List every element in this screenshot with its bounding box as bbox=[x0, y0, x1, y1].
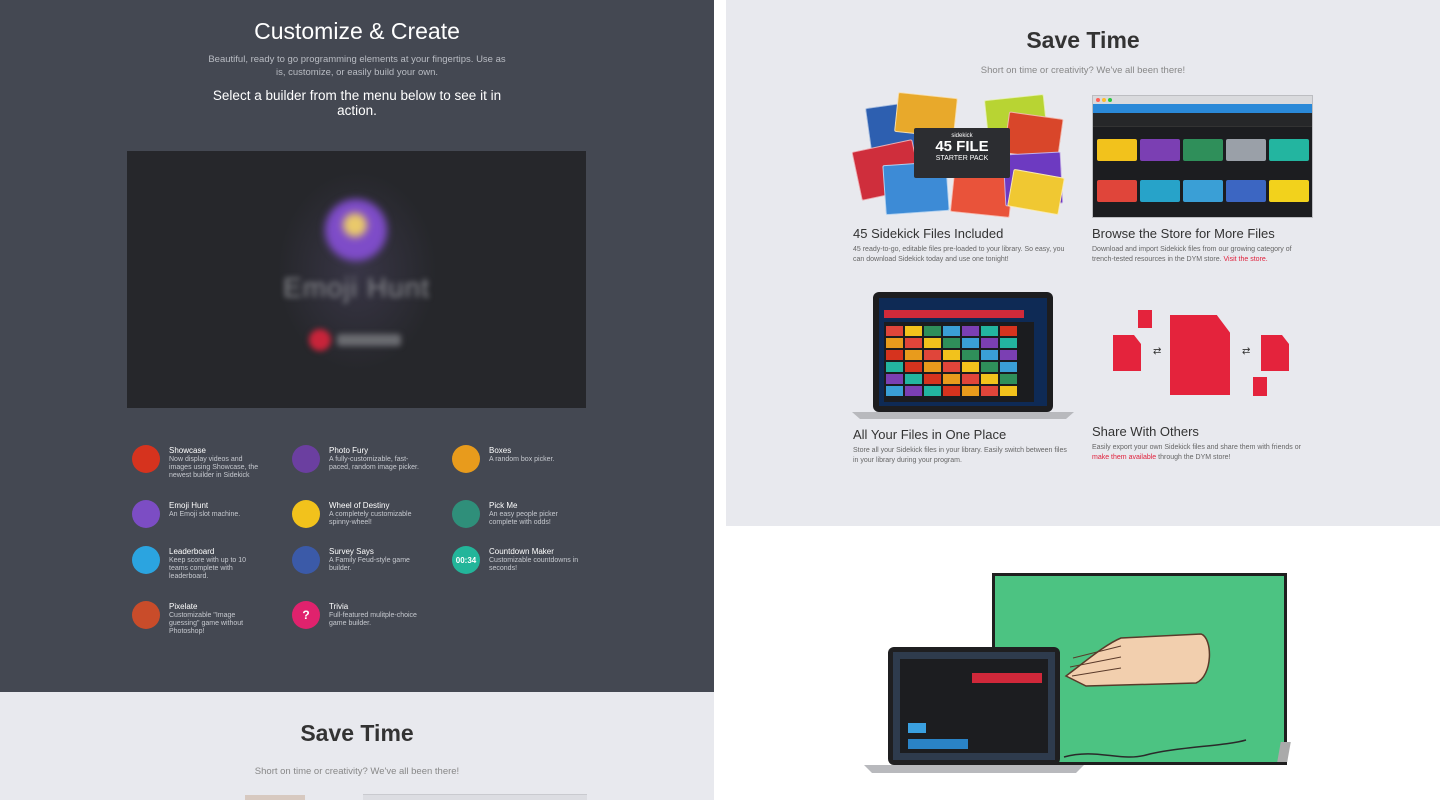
builder-desc: Keep score with up to 10 teams complete … bbox=[169, 557, 247, 580]
builder-name: Photo Fury bbox=[329, 446, 369, 455]
builder-desc: Customizable "Image guessing" game witho… bbox=[169, 612, 244, 635]
section-title: Customize & Create bbox=[254, 18, 460, 44]
feature-desc: 45 ready-to-go, editable files pre-loade… bbox=[853, 246, 1065, 263]
builder-desc: A fully-customizable, fast-paced, random… bbox=[329, 456, 419, 471]
cropped-image bbox=[363, 794, 587, 800]
section-title: Save Time bbox=[1026, 27, 1140, 53]
builder-item-photo-fury[interactable]: Photo Fury A fully-customizable, fast-pac… bbox=[292, 445, 442, 485]
feature-title: Share With Others bbox=[1092, 424, 1199, 439]
builder-preview-video[interactable]: Emoji Hunt bbox=[127, 151, 586, 408]
builder-item-boxes[interactable]: Boxes A random box picker. bbox=[452, 445, 602, 485]
make-available-link[interactable]: make them available bbox=[1092, 454, 1156, 461]
builder-name: Emoji Hunt bbox=[169, 501, 209, 510]
builder-item-showcase[interactable]: Showcase Now display videos and images us… bbox=[132, 445, 282, 485]
builder-name: Showcase bbox=[169, 446, 206, 455]
builder-desc: A random box picker. bbox=[489, 456, 555, 463]
starter-pack-badge: sidekick 45 FILE STARTER PACK bbox=[914, 128, 1010, 178]
boxes-icon bbox=[452, 445, 480, 473]
countdown-icon: 00:34 bbox=[452, 546, 480, 574]
builder-desc: A completely customizable spinny-wheel! bbox=[329, 511, 412, 526]
section-title: Save Time bbox=[300, 720, 414, 746]
builder-name: Wheel of Destiny bbox=[329, 501, 390, 510]
leaderboard-icon bbox=[132, 546, 160, 574]
builder-item-survey-says[interactable]: Survey Says A Family Feud-style game buil… bbox=[292, 546, 442, 586]
showcase-icon bbox=[132, 445, 160, 473]
builder-item-leaderboard[interactable]: Leaderboard Keep score with up to 10 team… bbox=[132, 546, 282, 586]
display-illustration-section bbox=[726, 526, 1440, 800]
builder-name: Leaderboard bbox=[169, 547, 215, 556]
builder-item-trivia[interactable]: ? Trivia Full-featured mulitple-choice gam… bbox=[292, 601, 442, 641]
emoji-hunt-logo-icon bbox=[325, 199, 387, 261]
survey-icon bbox=[292, 546, 320, 574]
feature-title: 45 Sidekick Files Included bbox=[853, 226, 1004, 241]
feature-desc-text: Easily export your own Sidekick files an… bbox=[1092, 444, 1301, 451]
builder-name: Countdown Maker bbox=[489, 547, 554, 556]
builder-name: Pixelate bbox=[169, 602, 198, 611]
swap-arrows-icon: ⇄ bbox=[1153, 346, 1162, 357]
pixelate-icon bbox=[132, 601, 160, 629]
builder-item-countdown-maker[interactable]: 00:34 Countdown Maker Customizable countdo… bbox=[452, 546, 602, 586]
trivia-icon: ? bbox=[292, 601, 320, 629]
builder-name: Survey Says bbox=[329, 547, 374, 556]
feature-desc: Store all your Sidekick files in your li… bbox=[853, 447, 1067, 464]
share-files-image: ⇄ ⇄ bbox=[1113, 310, 1293, 405]
badge-headline: 45 FILE bbox=[935, 138, 989, 155]
feature-title: Browse the Store for More Files bbox=[1092, 226, 1275, 241]
starter-pack-image: sidekick 45 FILE STARTER PACK bbox=[851, 91, 1066, 220]
swap-arrows-icon: ⇄ bbox=[1242, 346, 1251, 357]
section-subtitle: Short on time or creativity? We've all b… bbox=[980, 65, 1186, 76]
feature-desc: Easily export your own Sidekick files an… bbox=[1092, 443, 1307, 463]
builder-desc: A Family Feud-style game builder. bbox=[329, 557, 410, 572]
customize-section: Customize & Create Beautiful, ready to g… bbox=[0, 0, 714, 692]
builder-desc: Full-featured mulitple-choice game build… bbox=[329, 612, 417, 627]
builder-desc: Customizable countdowns in seconds! bbox=[489, 557, 579, 572]
builder-item-wheel-of-destiny[interactable]: Wheel of Destiny A completely customizabl… bbox=[292, 500, 442, 540]
builder-name: Trivia bbox=[329, 602, 349, 611]
pick-me-icon bbox=[452, 500, 480, 528]
builder-item-pixelate[interactable]: Pixelate Customizable "Image guessing" ga… bbox=[132, 601, 282, 641]
builder-item-pick-me[interactable]: Pick Me An easy people picker complete wi… bbox=[452, 500, 602, 540]
section-subtitle: Beautiful, ready to go programming eleme… bbox=[208, 54, 506, 78]
emoji-hunt-icon bbox=[132, 500, 160, 528]
badge-caption: STARTER PACK bbox=[935, 155, 989, 162]
builder-item-emoji-hunt[interactable]: Emoji Hunt An Emoji slot machine. bbox=[132, 500, 282, 540]
builder-instruction: Select a builder from the menu below to … bbox=[212, 88, 502, 118]
section-subtitle: Short on time or creativity? We've all b… bbox=[254, 766, 460, 777]
builder-desc: An Emoji slot machine. bbox=[169, 511, 241, 518]
sidekick-logo bbox=[305, 327, 409, 353]
visit-store-link[interactable]: Visit the store. bbox=[1224, 256, 1268, 263]
wheel-icon bbox=[292, 500, 320, 528]
builder-desc: An easy people picker complete with odds… bbox=[489, 511, 558, 526]
photo-fury-icon bbox=[292, 445, 320, 473]
feature-title: All Your Files in One Place bbox=[853, 427, 1007, 442]
laptop-controller-image bbox=[864, 647, 1084, 773]
builder-name: Boxes bbox=[489, 446, 512, 455]
save-time-section-left: Save Time Short on time or creativity? W… bbox=[0, 692, 714, 800]
feature-desc-text: through the DYM store! bbox=[1158, 454, 1231, 461]
feature-desc: Download and import Sidekick files from … bbox=[1092, 245, 1307, 265]
save-time-section: Save Time Short on time or creativity? W… bbox=[726, 0, 1440, 526]
builder-name: Pick Me bbox=[489, 501, 518, 510]
store-screenshot bbox=[1092, 95, 1313, 218]
builder-desc: Now display videos and images using Show… bbox=[169, 456, 259, 479]
cropped-image bbox=[245, 795, 305, 800]
video-title: Emoji Hunt bbox=[283, 272, 430, 303]
laptop-library-image bbox=[852, 292, 1074, 419]
